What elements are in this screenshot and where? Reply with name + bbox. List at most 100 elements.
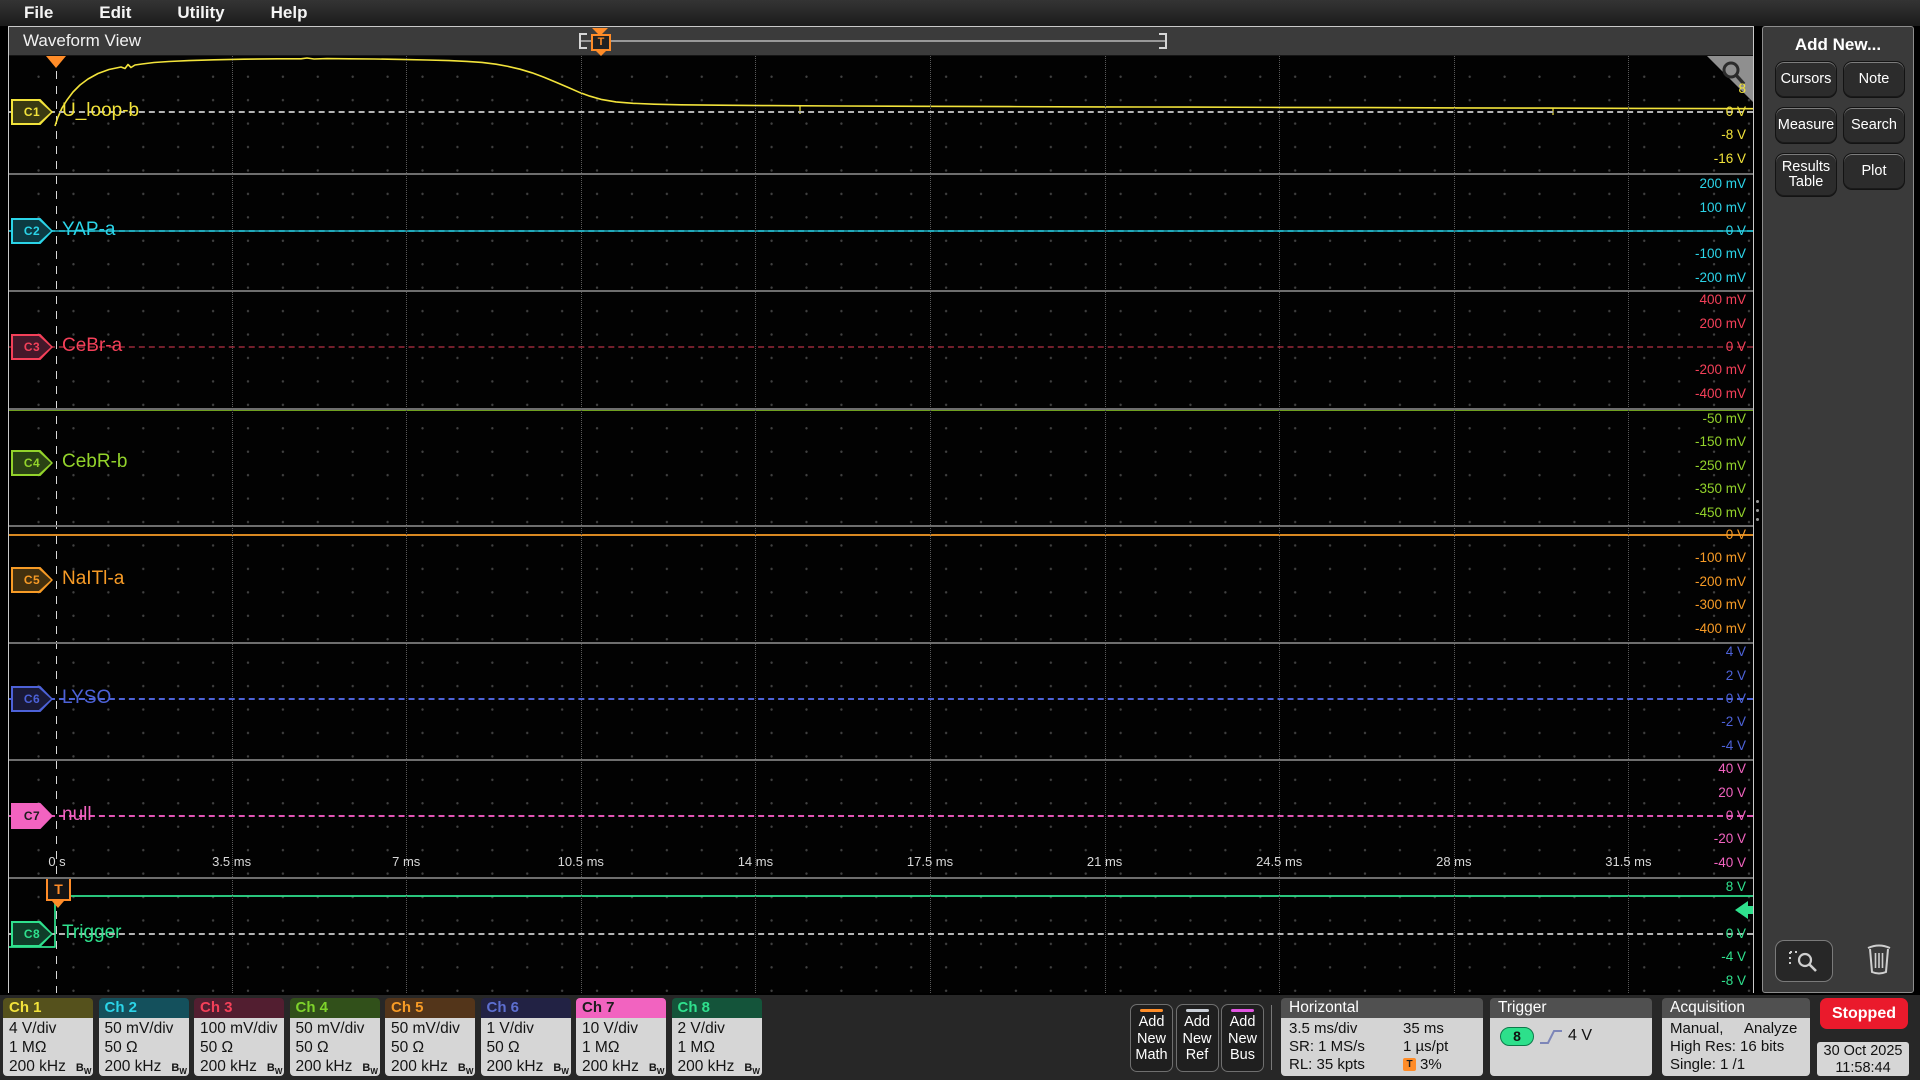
scale-label-c2: 0 V — [1725, 223, 1746, 239]
bandwidth-limit-icon: BW — [362, 1062, 378, 1076]
bandwidth: 200 kHz BW — [104, 1058, 187, 1076]
channel-badge-ch3[interactable]: Ch 3 100 mV/div 50 Ω 200 kHz BW — [194, 998, 284, 1076]
trigger-source-marker-icon[interactable]: T — [46, 877, 71, 901]
zoom-box-button[interactable] — [1775, 940, 1833, 982]
horizontal-panel-title: Horizontal — [1281, 998, 1483, 1018]
zero-reference-line-c8 — [9, 933, 1753, 935]
channel-badge-settings: 2 V/div 1 MΩ 200 kHz BW — [671, 1018, 762, 1076]
vertical-scale: 2 V/div — [677, 1020, 725, 1037]
waveform-plot[interactable]: T 8 0 V -8 V -16 V C1 U_loop-b 200 mV 100 mV 0 V… — [9, 56, 1753, 993]
tab-waveform-view[interactable]: Waveform View — [23, 31, 141, 51]
add-new-panel: Add New... Cursors Note Measure Search Resul… — [1762, 26, 1914, 993]
scale-label-c3: 400 mV — [1699, 292, 1746, 308]
horizontal-record-length: RL: 35 kpts — [1289, 1056, 1365, 1073]
channel-badge-ch8[interactable]: Ch 8 2 V/div 1 MΩ 200 kHz BW — [671, 998, 762, 1076]
horizontal-position-bar[interactable]: T — [579, 27, 1167, 56]
bandwidth: 200 kHz BW — [9, 1058, 92, 1076]
scale-label-c8: -8 V — [1721, 973, 1746, 989]
channel-tag-c4[interactable]: C4 — [11, 450, 53, 476]
scale-label-c3: -400 mV — [1694, 386, 1746, 402]
trigger-position-flag-icon[interactable]: T — [591, 34, 611, 51]
channel-badge-title: Ch 8 — [671, 998, 762, 1018]
trash-icon[interactable] — [1865, 941, 1893, 980]
channel-slice-separator — [9, 642, 1753, 644]
add-new-math-button[interactable]: Add New Math — [1130, 1004, 1173, 1072]
add-new-ref-button[interactable]: Add New Ref — [1175, 1004, 1219, 1072]
channel-tag-c7[interactable]: C7 — [11, 803, 53, 829]
termination: 50 Ω — [295, 1039, 329, 1056]
channel-tag-c8[interactable]: C8 — [11, 921, 53, 947]
date-label: 30 Oct 2025 — [1823, 1043, 1903, 1059]
time-label: 11:58:44 — [1835, 1060, 1891, 1076]
add-new-bus-button[interactable]: Add New Bus — [1221, 1004, 1264, 1072]
menu-item-utility[interactable]: Utility — [177, 3, 224, 23]
channel-badge-ch4[interactable]: Ch 4 50 mV/div 50 Ω 200 kHz BW — [289, 998, 380, 1076]
menu-item-help[interactable]: Help — [271, 3, 308, 23]
trigger-panel-title: Trigger — [1490, 998, 1652, 1018]
run-stop-status-button[interactable]: Stopped — [1820, 998, 1908, 1029]
zero-reference-line-c7 — [9, 815, 1753, 817]
zero-reference-line-c3 — [9, 346, 1753, 348]
add-new-plot-button[interactable]: Plot — [1843, 153, 1905, 190]
channel-tag-c1[interactable]: C1 — [11, 99, 53, 125]
add-new-search-button[interactable]: Search — [1843, 107, 1905, 144]
vertical-scale: 1 V/div — [486, 1020, 534, 1037]
trigger-level: 4 V — [1568, 1027, 1593, 1044]
trigger-panel[interactable]: Trigger 8 4 V — [1490, 998, 1652, 1076]
channel-name-c6[interactable]: LYSO — [62, 687, 111, 709]
acquisition-resolution: High Res: 16 bits — [1670, 1038, 1785, 1055]
scale-label-c4: -50 mV — [1702, 411, 1746, 427]
time-axis-label: 3.5 ms — [212, 854, 252, 869]
horizontal-panel[interactable]: Horizontal 3.5 ms/div 35 ms SR: 1 MS/s 1… — [1281, 998, 1483, 1076]
bandwidth: 200 kHz BW — [486, 1058, 569, 1076]
scale-label-c7: 0 V — [1725, 808, 1746, 824]
add-new-cursors-button[interactable]: Cursors — [1775, 61, 1837, 98]
channel-name-c3[interactable]: CeBr-a — [62, 335, 122, 357]
time-axis-label: 24.5 ms — [1256, 854, 1303, 869]
scale-label-c4: -250 mV — [1694, 458, 1746, 474]
vertical-scale: 50 mV/div — [391, 1020, 460, 1037]
channel-badge-ch2[interactable]: Ch 2 50 mV/div 50 Ω 200 kHz BW — [98, 998, 189, 1076]
channel-name-c8[interactable]: Trigger — [62, 922, 121, 944]
scale-label-c6: 4 V — [1725, 644, 1746, 660]
termination: 1 MΩ — [9, 1039, 47, 1056]
add-new-note-button[interactable]: Note — [1843, 61, 1905, 98]
channel-name-c4[interactable]: CebR-b — [62, 451, 127, 473]
channel-tag-c6[interactable]: C6 — [11, 686, 53, 712]
scale-label-c5: -200 mV — [1694, 574, 1746, 590]
menu-item-file[interactable]: File — [24, 3, 53, 23]
channel-badge-ch1[interactable]: Ch 1 4 V/div 1 MΩ 200 kHz BW — [3, 998, 93, 1076]
channel-tag-c5[interactable]: C5 — [11, 567, 53, 593]
acquisition-panel[interactable]: Acquisition Manual, Analyze High Res: 16… — [1662, 998, 1810, 1076]
channel-name-c1[interactable]: U_loop-b — [62, 100, 139, 122]
channel-name-c5[interactable]: NaITl-a — [62, 568, 124, 590]
channel-badge-ch5[interactable]: Ch 5 50 mV/div 50 Ω 200 kHz BW — [385, 998, 475, 1076]
add-new-measure-button[interactable]: Measure — [1775, 107, 1837, 144]
acquisition-mode: Manual, — [1670, 1020, 1724, 1037]
menu-item-edit[interactable]: Edit — [99, 3, 131, 23]
channel-badge-title: Ch 2 — [98, 998, 189, 1018]
scale-label-c6: 2 V — [1725, 667, 1746, 683]
channel-badge-ch6[interactable]: Ch 6 1 V/div 50 Ω 200 kHz BW — [480, 998, 571, 1076]
channel-name-c2[interactable]: YAP-a — [62, 219, 116, 241]
channel-slice-separator — [9, 173, 1753, 175]
scale-label-c7: 20 V — [1718, 784, 1746, 800]
time-axis-label: 7 ms — [392, 854, 421, 869]
panel-splitter-handle[interactable] — [1756, 500, 1759, 527]
trigger-source-badge: 8 — [1500, 1027, 1534, 1046]
time-axis-label: 21 ms — [1086, 854, 1123, 869]
channel-name-c7[interactable]: null — [62, 804, 92, 826]
termination: 50 Ω — [486, 1039, 520, 1056]
channel-badge-settings: 100 mV/div 50 Ω 200 kHz BW — [194, 1018, 284, 1076]
time-axis-label: 14 ms — [737, 854, 774, 869]
acquisition-extent-line — [581, 40, 1165, 42]
horizontal-resolution: 1 µs/pt — [1403, 1038, 1449, 1055]
waveform-view-tabbar: Waveform View T — [9, 27, 1753, 56]
scale-label-c2: 200 mV — [1699, 176, 1746, 192]
add-new-results-table-button[interactable]: Results Table — [1775, 153, 1837, 197]
channel-tag-c2[interactable]: C2 — [11, 218, 53, 244]
scale-label-c5: -100 mV — [1694, 550, 1746, 566]
channel-badge-settings: 50 mV/div 50 Ω 200 kHz BW — [289, 1018, 380, 1076]
channel-badge-ch7[interactable]: Ch 7 10 V/div 1 MΩ 200 kHz BW — [576, 998, 666, 1076]
channel-tag-c3[interactable]: C3 — [11, 334, 53, 360]
